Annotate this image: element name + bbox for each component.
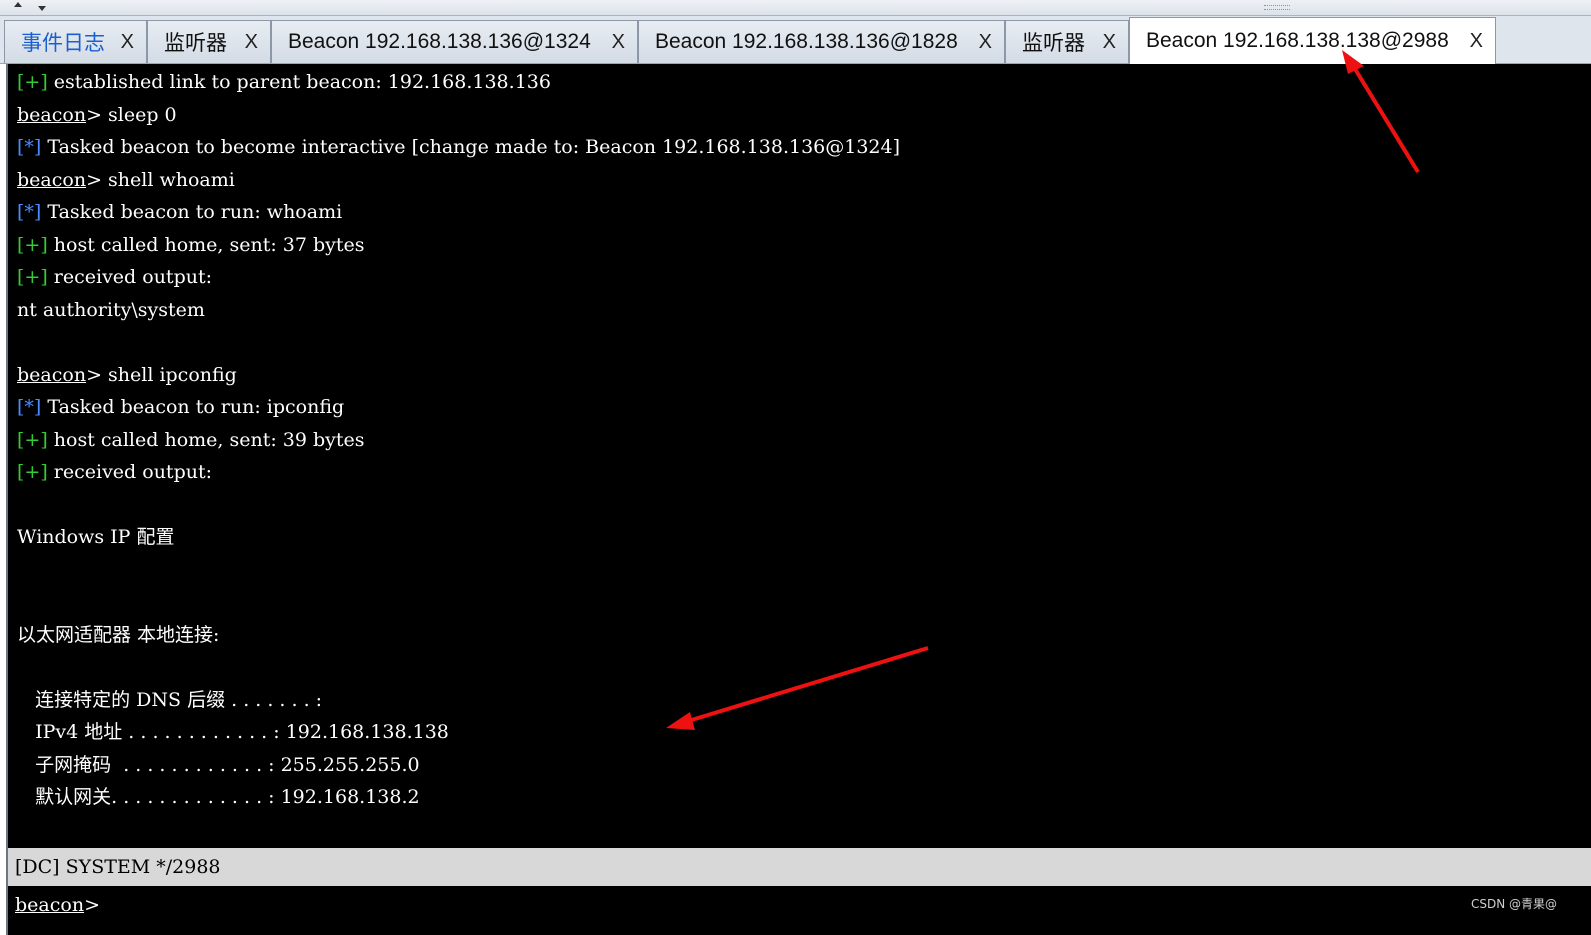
console-line: IPv4 地址 . . . . . . . . . . . . : 192.16… (17, 716, 449, 748)
task-marker: [*] (17, 136, 42, 158)
console-line: 以太网适配器 本地连接: (17, 619, 219, 651)
console-line-text: Tasked beacon to become interactive [cha… (41, 136, 901, 158)
console-line: beacon> shell whoami (17, 164, 235, 196)
close-icon[interactable]: X (1103, 31, 1116, 54)
console-line: [+] established link to parent beacon: 1… (17, 66, 551, 98)
close-icon[interactable]: X (121, 31, 134, 54)
prompt-suffix: > (84, 894, 100, 916)
tab-label: 事件日志 (21, 32, 105, 55)
console-line-text: Tasked beacon to run: ipconfig (41, 396, 345, 418)
prompt-label: beacon (15, 894, 85, 916)
console-line-text: 默认网关. . . . . . . . . . . . . : 192.168.… (17, 786, 420, 808)
task-marker: [*] (17, 396, 42, 418)
console-line: [+] received output: (17, 456, 212, 488)
console-line: [*] Tasked beacon to run: whoami (17, 196, 342, 228)
close-icon[interactable]: X (979, 31, 992, 54)
command-input-bar[interactable]: beacon> (6, 886, 1591, 935)
input-prompt: beacon> (15, 888, 100, 922)
resize-grip-icon[interactable] (1264, 5, 1290, 10)
console-line: [+] host called home, sent: 39 bytes (17, 424, 365, 456)
console-line: nt authority\system (17, 294, 205, 326)
console-line-text: Tasked beacon to run: whoami (41, 201, 343, 223)
success-marker: [+] (17, 461, 48, 483)
console-line-text: IPv4 地址 . . . . . . . . . . . . : 192.16… (17, 721, 449, 743)
console-line-text: 连接特定的 DNS 后缀 . . . . . . . : (17, 688, 323, 711)
console-line-text: nt authority\system (17, 298, 205, 321)
console-line: 连接特定的 DNS 后缀 . . . . . . . : (17, 684, 322, 716)
console-line: 默认网关. . . . . . . . . . . . . : 192.168.… (17, 781, 420, 813)
tab-beacon-2988[interactable]: Beacon 192.168.138.138@2988 X (1129, 17, 1496, 64)
success-marker: [+] (17, 428, 48, 451)
success-marker: [+] (17, 233, 48, 256)
task-marker: [*] (17, 201, 42, 223)
prompt-label: beacon (17, 363, 87, 386)
collapse-up-icon[interactable] (14, 2, 22, 7)
close-icon[interactable]: X (245, 31, 258, 54)
tab-label: Beacon 192.168.138.138@2988 (1146, 29, 1449, 52)
console-line-text: received output: (47, 461, 213, 483)
console-line-text: established link to parent beacon: 192.1… (47, 71, 551, 93)
collapse-down-icon[interactable] (38, 6, 46, 11)
console-line-text: Windows IP 配置 (17, 526, 175, 548)
tab-listeners[interactable]: 监听器 X (147, 20, 271, 63)
console-line: [*] Tasked beacon to run: ipconfig (17, 391, 344, 423)
console-line: 子网掩码 . . . . . . . . . . . . : 255.255.2… (17, 749, 420, 781)
tab-label: Beacon 192.168.138.136@1828 (655, 30, 958, 53)
close-icon[interactable]: X (1470, 30, 1483, 53)
tab-bar: 事件日志 X 监听器 X Beacon 192.168.138.136@1324… (0, 16, 1591, 64)
tab-listeners-2[interactable]: 监听器 X (1005, 20, 1129, 63)
console-line-text: > sleep 0 (86, 103, 177, 126)
success-marker: [+] (17, 266, 48, 288)
beacon-console-output[interactable]: [+] established link to parent beacon: 1… (6, 64, 1591, 848)
tab-label: 监听器 (164, 32, 227, 55)
status-text: [DC] SYSTEM */2988 (15, 856, 221, 878)
watermark: CSDN @青果@ (1470, 897, 1557, 911)
tab-label: 监听器 (1022, 32, 1085, 55)
success-marker: [+] (17, 71, 48, 93)
console-line-text: host called home, sent: 37 bytes (47, 233, 365, 256)
console-line-text: > shell whoami (86, 168, 235, 191)
console-line-text: 子网掩码 . . . . . . . . . . . . : 255.255.2… (17, 753, 420, 776)
tab-event-log[interactable]: 事件日志 X (4, 20, 147, 63)
console-line: [+] host called home, sent: 37 bytes (17, 229, 365, 261)
console-line-text: received output: (47, 266, 213, 288)
prompt-label: beacon (17, 168, 87, 191)
close-icon[interactable]: X (612, 31, 625, 54)
prompt-label: beacon (17, 103, 87, 126)
console-line: beacon> sleep 0 (17, 99, 177, 131)
split-pane-divider[interactable] (0, 0, 1591, 16)
console-line-text: > shell ipconfig (86, 363, 237, 386)
console-line: Windows IP 配置 (17, 521, 175, 553)
command-input[interactable] (108, 888, 1578, 922)
console-line-text: host called home, sent: 39 bytes (47, 428, 365, 451)
console-line: [*] Tasked beacon to become interactive … (17, 131, 900, 163)
tab-label: Beacon 192.168.138.136@1324 (288, 30, 591, 53)
tab-beacon-1828[interactable]: Beacon 192.168.138.136@1828 X (638, 20, 1005, 63)
status-bar: [DC] SYSTEM */2988 (6, 848, 1591, 886)
console-line-text: 以太网适配器 本地连接: (17, 623, 220, 646)
console-line: [+] received output: (17, 261, 212, 293)
tab-beacon-1324[interactable]: Beacon 192.168.138.136@1324 X (271, 20, 638, 63)
console-line: beacon> shell ipconfig (17, 359, 237, 391)
